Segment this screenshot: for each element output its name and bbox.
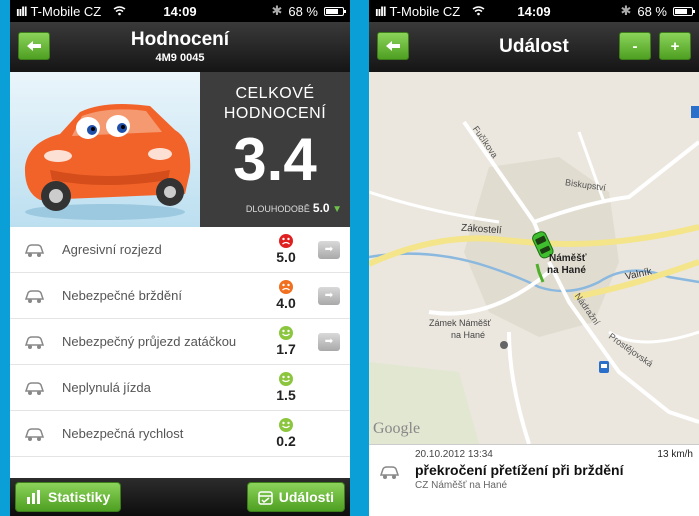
score-hero: CELKOVÉ HODNOCENÍ 3.4 DLOUHODOBĚ 5.0 ▼ — [10, 72, 350, 227]
metric-value: 5.0 — [276, 249, 296, 265]
battery-icon — [673, 6, 695, 16]
car-turn-icon — [20, 328, 48, 356]
arrow-left-icon — [386, 41, 400, 51]
metric-label: Nebezpečné brždění — [62, 288, 182, 303]
map-label-namest: Náměšť — [549, 253, 587, 264]
event-title: překročení přetížení při brždění — [415, 462, 624, 478]
longterm-value: 5.0 — [312, 201, 330, 215]
event-detail[interactable]: 20.10.2012 13:34 13 km/h překročení přet… — [369, 444, 699, 516]
metric-score: 1.5 — [266, 372, 306, 403]
back-button[interactable] — [377, 32, 409, 60]
detail-arrow-button[interactable]: ➡ — [318, 286, 340, 305]
metric-row[interactable]: Nebezpečné brždění 4.0 ➡ — [10, 273, 350, 319]
overall-score-value: 3.4 — [233, 126, 317, 193]
metrics-list: Agresivní rozjezd 5.0 ➡ Nebezpečné brždění 4… — [10, 227, 350, 457]
arrow-right-icon: ➡ — [324, 336, 334, 347]
arrow-left-icon — [27, 41, 41, 51]
calendar-icon — [258, 490, 273, 505]
speedometer-icon — [20, 420, 48, 448]
longterm-score: DLOUHODOBĚ 5.0 ▼ — [246, 201, 342, 215]
status-bar: ııll T-Mobile CZ 14:09 ✱ 68 % — [10, 0, 350, 22]
clock: 14:09 — [517, 3, 551, 19]
bottom-toolbar: Statistiky Události — [10, 478, 350, 516]
metric-score: 5.0 — [266, 234, 306, 265]
metric-value: 4.0 — [276, 295, 296, 311]
vehicle-plate: 4M9 0045 — [155, 52, 205, 64]
zoom-in-button[interactable]: + — [659, 32, 691, 60]
detail-arrow-button[interactable]: ➡ — [318, 332, 340, 351]
happy-face-icon — [279, 418, 293, 432]
metric-score: 4.0 — [266, 280, 306, 311]
arrow-right-icon: ➡ — [324, 244, 334, 255]
page-title: Hodnocení — [130, 29, 230, 50]
car-brake-icon — [379, 463, 400, 486]
events-label: Události — [278, 489, 334, 505]
signal-icon: ııll — [16, 3, 27, 19]
arrow-right-icon: ➡ — [324, 290, 334, 301]
longterm-label: DLOUHODOBĚ — [245, 204, 310, 214]
map-label-nahane: na Hané — [547, 265, 586, 276]
minus-icon: - — [632, 37, 638, 55]
wifi-icon — [113, 4, 126, 19]
metric-value: 0.2 — [276, 433, 296, 449]
clock: 14:09 — [163, 3, 197, 19]
status-bar: ııll T-Mobile CZ 14:09 ✱ 68 % — [369, 0, 699, 22]
event-speed: 13 km/h — [657, 449, 693, 460]
battery-percent: 68 % — [288, 3, 318, 19]
metric-score: 1.7 — [266, 326, 306, 357]
plus-icon: + — [670, 37, 680, 55]
metric-row[interactable]: Nebezpečný průjezd zatáčkou 1.7 ➡ — [10, 319, 350, 365]
car-illustration — [10, 72, 200, 227]
google-logo: Google — [373, 420, 421, 437]
happy-face-icon — [279, 372, 293, 386]
metric-value: 1.5 — [276, 387, 296, 403]
carrier-name: T-Mobile CZ — [30, 3, 102, 19]
back-button[interactable] — [18, 32, 50, 60]
event-location: CZ Náměšť na Hané — [415, 480, 508, 491]
car-start-icon — [20, 236, 48, 264]
metric-row[interactable]: Agresivní rozjezd 5.0 ➡ — [10, 227, 350, 273]
battery-percent: 68 % — [637, 3, 667, 19]
metric-label: Neplynulá jízda — [62, 380, 151, 395]
statistics-button[interactable]: Statistiky — [15, 482, 122, 512]
battery-icon — [324, 6, 346, 16]
metric-score: 0.2 — [266, 418, 306, 449]
nav-bar: Událost - + — [369, 22, 699, 72]
brake-disc-icon — [20, 282, 48, 310]
happy-face-icon — [279, 326, 293, 340]
bluetooth-icon: ✱ — [271, 3, 283, 18]
score-label-line2: HODNOCENÍ — [223, 105, 327, 122]
detail-arrow-button[interactable]: ➡ — [318, 240, 340, 259]
score-label-line1: CELKOVÉ — [235, 85, 315, 102]
bluetooth-icon: ✱ — [620, 3, 632, 18]
sad-face-icon — [279, 280, 293, 294]
nav-bar: Hodnocení 4M9 0045 — [10, 22, 350, 72]
rating-screen: ııll T-Mobile CZ 14:09 ✱ 68 % Hodnocení … — [10, 0, 350, 516]
zoom-out-button[interactable]: - — [619, 32, 651, 60]
jerky-ride-icon — [20, 374, 48, 402]
metric-row: Nebezpečná rychlost 0.2 — [10, 411, 350, 457]
event-timestamp: 20.10.2012 13:34 — [415, 449, 493, 460]
signal-icon: ııll — [375, 3, 386, 19]
metric-label: Nebezpečná rychlost — [62, 426, 184, 441]
map-view[interactable]: Fučíkova Biskupství Zákostelí Náměšť na … — [369, 72, 699, 444]
overall-score-panel: CELKOVÉ HODNOCENÍ 3.4 DLOUHODOBĚ 5.0 ▼ — [200, 72, 350, 227]
metric-label: Nebezpečný průjezd zatáčkou — [62, 334, 237, 349]
wifi-icon — [472, 4, 485, 19]
bar-chart-icon — [27, 490, 40, 504]
map-label-castle-2: na Hané — [451, 330, 486, 340]
metric-row: Neplynulá jízda 1.5 — [10, 365, 350, 411]
event-screen: ııll T-Mobile CZ 14:09 ✱ 68 % Událost - … — [369, 0, 699, 516]
sad-face-icon — [279, 234, 293, 248]
metric-label: Agresivní rozjezd — [62, 242, 162, 257]
events-button[interactable]: Události — [246, 482, 345, 512]
map-label-castle-1: Zámek Náměšť — [429, 318, 491, 328]
carrier-name: T-Mobile CZ — [389, 3, 461, 19]
statistics-label: Statistiky — [48, 489, 111, 505]
metric-value: 1.7 — [276, 341, 296, 357]
triangle-down-icon: ▼ — [332, 204, 342, 215]
